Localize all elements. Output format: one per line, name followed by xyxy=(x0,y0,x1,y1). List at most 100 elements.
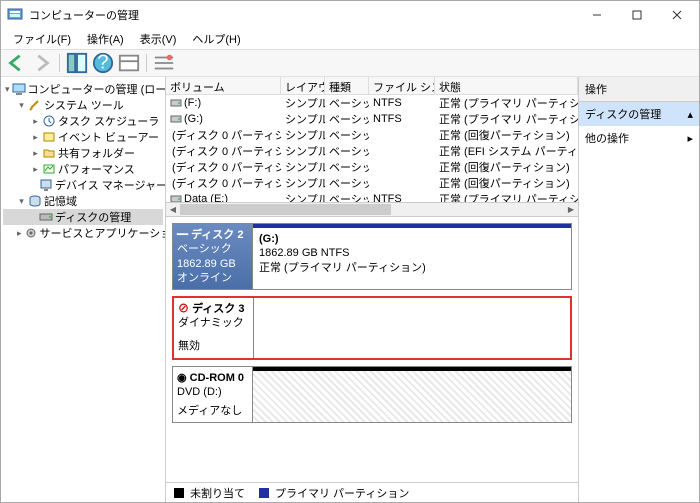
col-layout[interactable]: レイアウト xyxy=(281,77,325,94)
close-button[interactable] xyxy=(657,2,697,28)
cell-status: 正常 (プライマリ パーティション) xyxy=(435,95,578,111)
cdrom-row[interactable]: ◉ CD-ROM 0 DVD (D:) メディアなし xyxy=(172,366,572,423)
action-label: ディスクの管理 xyxy=(585,106,661,122)
tree-task[interactable]: ▸ タスク スケジューラ xyxy=(3,113,163,129)
cell-status: 正常 (回復パーティション) xyxy=(435,127,578,143)
action-other[interactable]: 他の操作 ▸ xyxy=(579,126,699,150)
col-volume[interactable]: ボリューム xyxy=(166,77,281,94)
cell-type: ベーシック xyxy=(325,111,369,127)
disk2-size: 1862.89 GB xyxy=(177,257,248,271)
menu-file[interactable]: ファイル(F) xyxy=(7,29,77,49)
col-fs[interactable]: ファイル システム xyxy=(369,77,435,94)
tree-label: 記憶域 xyxy=(44,193,77,209)
chevron-down-icon[interactable]: ▾ xyxy=(17,197,26,206)
menu-help[interactable]: ヘルプ(H) xyxy=(186,29,246,49)
disk-2-partition-g[interactable]: (G:) 1862.89 GB NTFS 正常 (プライマリ パーティション) xyxy=(253,224,571,289)
menu-view[interactable]: 表示(V) xyxy=(134,29,183,49)
table-row[interactable]: (ディスク 0 パーティション 5)シンプルベーシック正常 (回復パーティション… xyxy=(166,159,578,175)
tree-label: 共有フォルダー xyxy=(58,145,135,161)
part-status: 正常 (プライマリ パーティション) xyxy=(259,261,565,275)
settings-button[interactable] xyxy=(153,52,175,74)
cell-volume: (F:) xyxy=(166,97,281,109)
horizontal-scrollbar[interactable]: ◀ ▶ xyxy=(166,202,578,216)
chevron-down-icon[interactable]: ▾ xyxy=(5,85,10,94)
volume-table[interactable]: ボリューム レイアウト 種類 ファイル システム 状態 (F:)シンプルベーシッ… xyxy=(166,77,578,217)
cell-status: 正常 (EFI システム パーティション) xyxy=(435,143,578,159)
forward-button[interactable] xyxy=(31,52,53,74)
chevron-right-icon: ▸ xyxy=(687,132,693,145)
maximize-button[interactable] xyxy=(617,2,657,28)
cell-volume: (ディスク 0 パーティション 5) xyxy=(166,159,281,175)
cell-status: 正常 (プライマリ パーティション) xyxy=(435,111,578,127)
tree-services[interactable]: ▸ サービスとアプリケーション xyxy=(3,225,163,241)
back-button[interactable] xyxy=(5,52,27,74)
menu-action[interactable]: 操作(A) xyxy=(81,29,130,49)
chevron-right-icon[interactable]: ▸ xyxy=(31,117,40,126)
scroll-right-icon[interactable]: ▶ xyxy=(564,203,578,216)
tree-label: パフォーマンス xyxy=(58,161,135,177)
tree-label: デバイス マネージャー xyxy=(55,177,166,193)
chevron-up-icon: ▴ xyxy=(687,108,693,121)
scrollbar-thumb[interactable] xyxy=(180,204,391,215)
disk-3-row[interactable]: ⊘ ディスク 3 ダイナミック 無効 xyxy=(172,296,572,360)
tree-devmgr[interactable]: デバイス マネージャー xyxy=(3,177,163,193)
table-row[interactable]: (ディスク 0 パーティション 1)シンプルベーシック正常 (回復パーティション… xyxy=(166,127,578,143)
tree-root[interactable]: ▾ コンピューターの管理 (ローカル) xyxy=(3,81,163,97)
disk-2-row[interactable]: ━ ディスク 2 ベーシック 1862.89 GB オンライン (G:) 186… xyxy=(172,223,572,290)
cell-layout: シンプル xyxy=(281,111,325,127)
toolbar: ? xyxy=(1,49,699,77)
legend: 未割り当て プライマリ パーティション xyxy=(166,482,578,502)
cell-type: ベーシック xyxy=(325,175,369,191)
disk-3-info[interactable]: ⊘ ディスク 3 ダイナミック 無効 xyxy=(174,298,254,358)
cell-type: ベーシック xyxy=(325,143,369,159)
services-icon xyxy=(24,226,38,240)
tree-diskmgr[interactable]: ディスクの管理 xyxy=(3,209,163,225)
minimize-button[interactable] xyxy=(577,2,617,28)
chevron-right-icon[interactable]: ▸ xyxy=(31,149,40,158)
disk-2-info[interactable]: ━ ディスク 2 ベーシック 1862.89 GB オンライン xyxy=(173,224,253,289)
svg-text:?: ? xyxy=(97,52,108,74)
show-hide-tree-button[interactable] xyxy=(66,52,88,74)
swatch-primary xyxy=(259,488,269,498)
table-row[interactable]: (ディスク 0 パーティション 7)シンプルベーシック正常 (回復パーティション… xyxy=(166,175,578,191)
col-type[interactable]: 種類 xyxy=(325,77,369,94)
cell-layout: シンプル xyxy=(281,127,325,143)
chevron-right-icon[interactable]: ▸ xyxy=(17,229,22,238)
scroll-left-icon[interactable]: ◀ xyxy=(166,203,180,216)
nav-tree[interactable]: ▾ コンピューターの管理 (ローカル) ▾ システム ツール ▸ タスク スケジ… xyxy=(1,77,166,502)
table-header[interactable]: ボリューム レイアウト 種類 ファイル システム 状態 xyxy=(166,77,578,95)
event-icon xyxy=(42,130,56,144)
disk2-type: ベーシック xyxy=(177,242,248,256)
chevron-right-icon[interactable]: ▸ xyxy=(31,133,40,142)
tree-perf[interactable]: ▸ パフォーマンス xyxy=(3,161,163,177)
table-row[interactable]: (G:)シンプルベーシックNTFS正常 (プライマリ パーティション) xyxy=(166,111,578,127)
window-title: コンピューターの管理 xyxy=(29,7,577,23)
tree-event[interactable]: ▸ イベント ビューアー xyxy=(3,129,163,145)
table-row[interactable]: (F:)シンプルベーシックNTFS正常 (プライマリ パーティション) xyxy=(166,95,578,111)
actions-header: 操作 xyxy=(579,77,699,102)
chevron-down-icon[interactable]: ▾ xyxy=(17,101,26,110)
tree-label: イベント ビューアー xyxy=(58,129,159,145)
disk-graphical-view[interactable]: ━ ディスク 2 ベーシック 1862.89 GB オンライン (G:) 186… xyxy=(166,217,578,502)
cdrom-partition[interactable] xyxy=(253,367,571,422)
cdrom-info[interactable]: ◉ CD-ROM 0 DVD (D:) メディアなし xyxy=(173,367,253,422)
help-button[interactable]: ? xyxy=(92,52,114,74)
disk-3-partition-empty[interactable] xyxy=(254,298,570,358)
col-status[interactable]: 状態 xyxy=(435,77,578,94)
cell-status: 正常 (回復パーティション) xyxy=(435,175,578,191)
refresh-button[interactable] xyxy=(118,52,140,74)
cell-volume: (ディスク 0 パーティション 2) xyxy=(166,143,281,159)
scrollbar-track[interactable] xyxy=(180,203,564,216)
disk3-title: ディスク 3 xyxy=(192,303,244,315)
chevron-right-icon[interactable]: ▸ xyxy=(31,165,40,174)
tree-systools[interactable]: ▾ システム ツール xyxy=(3,97,163,113)
table-row[interactable]: (ディスク 0 パーティション 2)シンプルベーシック正常 (EFI システム … xyxy=(166,143,578,159)
tree-shared[interactable]: ▸ 共有フォルダー xyxy=(3,145,163,161)
swatch-unallocated xyxy=(174,488,184,498)
tree-storage[interactable]: ▾ 記憶域 xyxy=(3,193,163,209)
cdrom-state: メディアなし xyxy=(177,404,248,418)
cell-volume: (ディスク 0 パーティション 1) xyxy=(166,127,281,143)
legend-unalloc: 未割り当て xyxy=(190,485,245,501)
action-disk-management[interactable]: ディスクの管理 ▴ xyxy=(579,102,699,126)
action-label: 他の操作 xyxy=(585,130,629,146)
